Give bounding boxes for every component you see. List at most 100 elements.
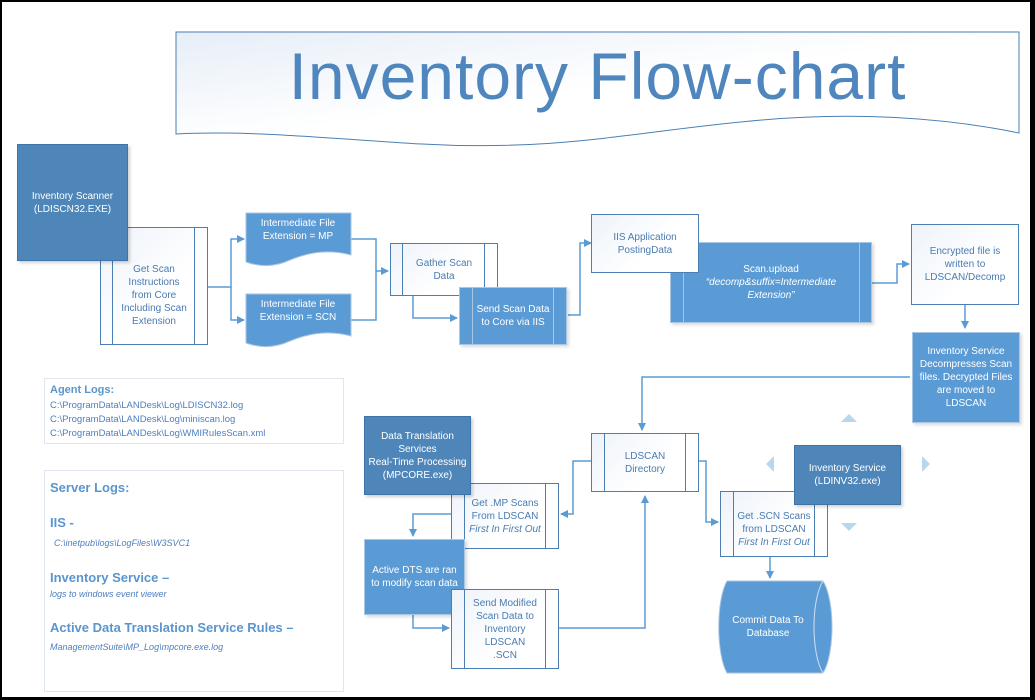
- node-data-translation-services[interactable]: Data Translation Services Real-Time Proc…: [364, 416, 471, 495]
- send-line1: Send Scan Data: [476, 304, 550, 315]
- inventory-service-heading: Inventory Service –: [50, 570, 170, 585]
- sendmod-line5: .SCN: [493, 649, 517, 661]
- agent-log-path: C:\ProgramData\LANDesk\Log\LDISCN32.log: [50, 400, 244, 411]
- ldscan-line2: Directory: [624, 463, 665, 475]
- activedts-line2: to modify scan data: [371, 578, 458, 589]
- dts-line3: Real-Time Processing: [368, 456, 467, 468]
- ldscan-line1: LDSCAN: [624, 450, 666, 462]
- arrow-ldscan-to-getmp: [560, 460, 591, 518]
- process-bar-left: [402, 244, 403, 295]
- dts-line2: Services: [398, 443, 437, 455]
- arrow-sendmod-to-ldscan: [558, 495, 649, 629]
- invsvc-line1: Inventory Service: [808, 463, 887, 474]
- arrow-upload-to-encrypted: [870, 260, 910, 284]
- arrow-send-to-iis: [568, 239, 592, 316]
- arrow-scn-to-gather: [351, 271, 377, 321]
- scanner-line2: (LDISCN32.EXE): [33, 203, 112, 215]
- file-mp-line1: Intermediate File: [260, 218, 336, 229]
- iis-line1: IIS Application: [613, 231, 677, 243]
- node-active-dts[interactable]: Active DTS are ran to modify scan data: [364, 539, 465, 615]
- triangle-right-icon: [922, 456, 930, 472]
- agent-log-path: C:\ProgramData\LANDesk\Log\WMIRulesScan.…: [50, 428, 266, 439]
- upload-line3: Extension”: [747, 290, 795, 301]
- process-bar-left: [733, 492, 734, 556]
- process-bar-right: [553, 288, 554, 344]
- process-bar-left: [464, 590, 465, 668]
- getscn-line1: Get .SCN Scans: [737, 510, 811, 522]
- process-bar-right: [685, 434, 686, 491]
- gather-line2: Data: [433, 270, 455, 282]
- send-line2: to Core via IIS: [481, 317, 545, 328]
- dts-line4: (MPCORE.exe): [382, 469, 453, 481]
- dts-line1: Data Translation: [381, 430, 454, 442]
- sendmod-line4: LDSCAN: [484, 636, 526, 648]
- flowchart-canvas: Inventory Flow-chart Inventory Scanner (…: [2, 2, 1030, 697]
- db-line1: Commit Data To: [732, 615, 804, 626]
- node-send-scan-data[interactable]: Send Scan Data to Core via IIS: [459, 287, 567, 345]
- instructions-line3: from Core: [131, 289, 177, 301]
- encrypted-line2: written to: [944, 259, 986, 270]
- iis-heading: IIS -: [50, 515, 74, 530]
- server-logs-heading: Server Logs:: [50, 480, 130, 495]
- adts-rules-heading: Active Data Translation Service Rules –: [50, 620, 294, 635]
- upload-line1: Scan.upload: [743, 264, 799, 275]
- adts-rules-log-path: ManagementSuite\MP_Log\mpcore.exe.log: [50, 642, 224, 652]
- arrow-activedts-to-sendmod: [412, 614, 450, 632]
- upload-line2: “decomp&suffix=Intermediate: [705, 277, 837, 288]
- iis-line2: PostingData: [617, 244, 673, 256]
- file-scn-line1: Intermediate File: [260, 299, 336, 310]
- sendmod-line3: Inventory: [484, 623, 526, 635]
- instructions-line2: Instructions: [128, 276, 180, 288]
- arrow-decompress-to-ldscan: [638, 376, 910, 431]
- decompress-line4: are moved to: [936, 385, 996, 396]
- db-line2: Database: [746, 628, 790, 639]
- agent-logs-box: Agent Logs: C:\ProgramData\LANDesk\Log\L…: [44, 378, 344, 444]
- sendmod-line2: Scan Data to: [476, 610, 534, 622]
- node-inventory-service[interactable]: Inventory Service (LDINV32.exe): [794, 445, 901, 505]
- inventory-service-log-path: logs to windows event viewer: [50, 589, 167, 599]
- sendmod-line1: Send Modified: [473, 597, 537, 609]
- scanner-line1: Inventory Scanner: [31, 190, 114, 202]
- arrow-ldscan-to-getscn: [698, 460, 719, 526]
- process-bar-right: [545, 484, 546, 548]
- node-ldscan-directory[interactable]: LDSCAN Directory: [591, 433, 699, 492]
- arrow-gather-to-send: [412, 296, 458, 322]
- getmp-line2: From LDSCAN: [471, 510, 539, 522]
- node-iis-application[interactable]: IIS Application PostingData: [591, 214, 699, 273]
- decompress-line3: files. Decrypted Files: [919, 372, 1013, 383]
- node-file-mp[interactable]: Intermediate File Extension = MP: [245, 215, 351, 245]
- file-mp-line2: Extension = MP: [262, 231, 334, 242]
- instructions-line1: Get Scan: [133, 263, 175, 275]
- node-commit-database[interactable]: Commit Data To Database: [720, 602, 816, 652]
- process-bar-right: [545, 590, 546, 668]
- iis-log-path: C:\inetpub\logs\LogFiles\W3SVC1: [54, 538, 191, 548]
- node-scan-upload[interactable]: Scan.upload “decomp&suffix=Intermediate …: [670, 242, 872, 323]
- agent-logs-list: C:\ProgramData\LANDesk\Log\LDISCN32.log …: [50, 399, 265, 441]
- server-logs-box: Server Logs: IIS - C:\inetpub\logs\LogFi…: [44, 470, 344, 692]
- instructions-line5: Extension: [132, 315, 176, 327]
- node-encrypted-file[interactable]: Encrypted file is written to LDSCAN/Deco…: [911, 224, 1019, 305]
- file-scn-line2: Extension = SCN: [259, 312, 337, 323]
- arrow-instructions-to-scn: [230, 287, 245, 324]
- invsvc-line2: (LDINV32.exe): [814, 476, 881, 487]
- encrypted-line1: Encrypted file is: [929, 246, 1001, 257]
- decompress-line5: LDSCAN: [945, 398, 987, 409]
- decompress-line1: Inventory Service: [927, 346, 1005, 357]
- getmp-line1: Get .MP Scans: [471, 497, 539, 509]
- node-file-scn[interactable]: Intermediate File Extension = SCN: [245, 296, 351, 326]
- arrow-instructions-to-mp: [207, 235, 245, 288]
- getscn-line2: from LDSCAN: [742, 523, 806, 535]
- getmp-line3: First In First Out: [469, 523, 541, 535]
- encrypted-line3: LDSCAN/Decomp: [924, 272, 1006, 283]
- agent-log-path: C:\ProgramData\LANDesk\Log\miniscan.log: [50, 414, 236, 425]
- triangle-up-icon: [841, 414, 857, 422]
- gather-line1: Gather Scan: [415, 257, 473, 269]
- process-bar-left: [472, 288, 473, 344]
- arrow-mp-to-gather: [351, 238, 389, 275]
- triangle-down-icon: [841, 523, 857, 531]
- activedts-line1: Active DTS are ran: [372, 565, 457, 576]
- node-send-modified[interactable]: Send Modified Scan Data to Inventory LDS…: [451, 589, 559, 669]
- node-decompress[interactable]: Inventory Service Decompresses Scan file…: [912, 332, 1020, 423]
- node-inventory-scanner[interactable]: Inventory Scanner (LDISCN32.EXE): [17, 144, 128, 261]
- decompress-line2: Decompresses Scan: [919, 359, 1013, 370]
